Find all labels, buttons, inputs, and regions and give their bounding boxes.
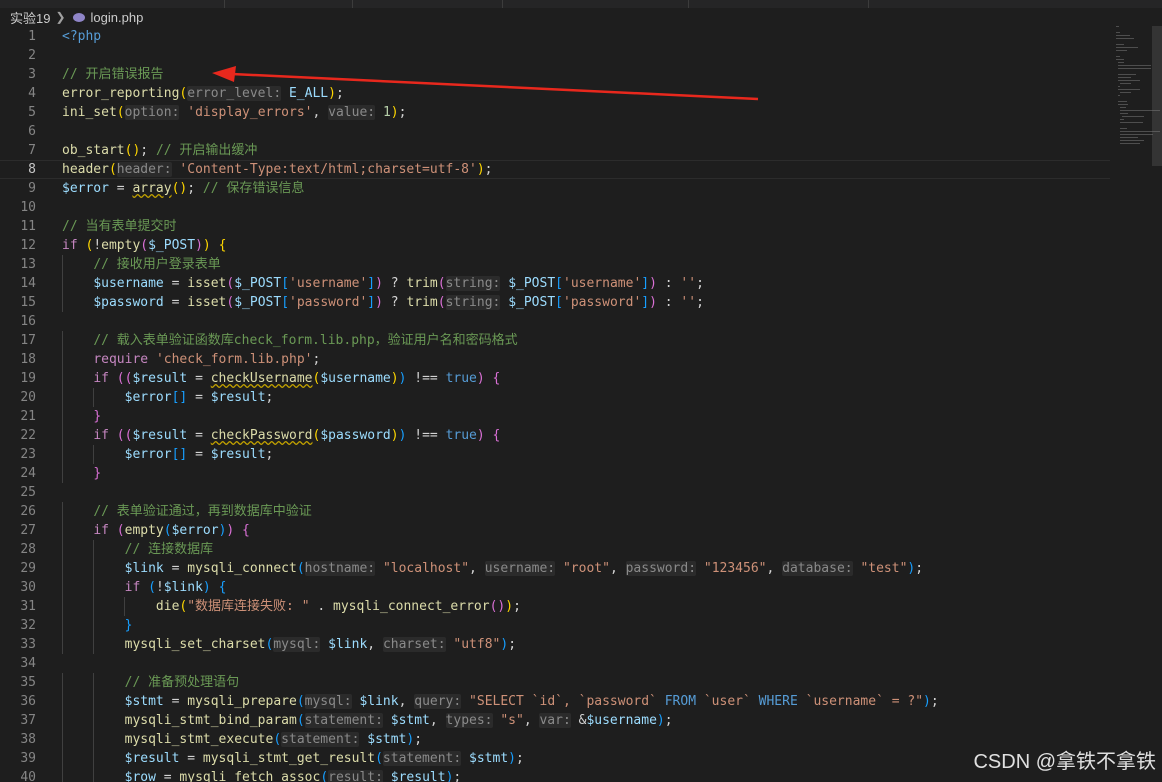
annotation-arrow (212, 66, 759, 101)
watermark: CSDN @拿铁不拿铁 (973, 751, 1156, 773)
arrow-shaft (231, 72, 759, 101)
arrowhead (212, 66, 236, 82)
